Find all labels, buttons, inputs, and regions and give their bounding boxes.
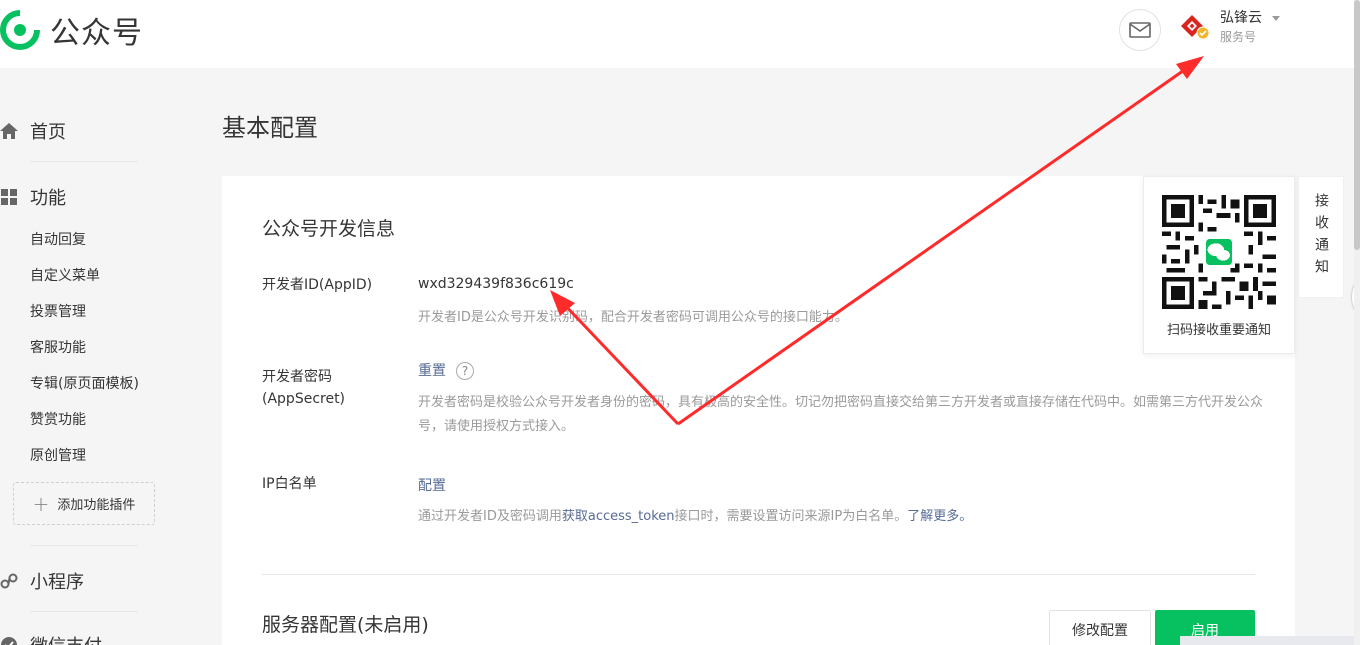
server-config-title: 服务器配置(未启用) (262, 614, 429, 636)
sidebar-item-label: 功能 (30, 188, 66, 209)
qr-caption: 扫码接收重要通知 (1166, 323, 1271, 338)
sidebar-item-features[interactable]: 功能 (0, 184, 66, 210)
pay-icon (0, 636, 18, 645)
mini-program-icon (0, 572, 18, 590)
ip-whitelist-description: 通过开发者ID及密码调用获取access_token接口时，需要设置访问来源IP… (418, 505, 1268, 529)
appsecret-label: 开发者密码(AppSecret) (262, 369, 346, 407)
add-plugin-button[interactable]: + 添加功能插件 (13, 482, 155, 525)
account-name: 弘锋云 (1220, 10, 1262, 26)
dev-info-title: 公众号开发信息 (262, 218, 396, 240)
qr-code-icon (1162, 195, 1276, 309)
account-avatar (1180, 14, 1210, 40)
sidebar-item-original[interactable]: 原创管理 (30, 445, 86, 465)
ip-desc-prefix: 通过开发者ID及密码调用 (418, 509, 562, 524)
sidebar-item-wechat-pay[interactable]: 微信支付 (0, 632, 102, 645)
access-token-link[interactable]: 获取access_token (562, 509, 675, 524)
receive-notification-tab[interactable]: 接收通知 (1298, 176, 1344, 298)
sidebar-item-vote[interactable]: 投票管理 (30, 301, 86, 321)
sidebar-divider (30, 161, 138, 162)
sidebar-item-reward[interactable]: 赞赏功能 (30, 409, 86, 429)
appid-label: 开发者ID(AppID) (262, 277, 373, 293)
sidebar: 首页 功能 自动回复 自定义菜单 投票管理 客服功能 专辑(原页面模板) 赞赏功… (0, 68, 190, 645)
account-switcher[interactable]: 弘锋云 服务号 (1180, 8, 1280, 46)
account-type: 服务号 (1220, 30, 1257, 44)
sidebar-item-home[interactable]: 首页 (0, 118, 66, 144)
sidebar-item-custom-menu[interactable]: 自定义菜单 (30, 265, 100, 285)
mail-icon (1129, 22, 1151, 38)
system-tray (1180, 636, 1354, 645)
top-bar: 公众号 弘锋云 服务号 (0, 0, 1360, 68)
logo[interactable]: 公众号 (0, 8, 143, 52)
appid-value[interactable]: wxd329439f836c619c (418, 276, 574, 292)
chevron-down-icon (1272, 16, 1280, 21)
ip-whitelist-label: IP白名单 (262, 476, 317, 492)
modify-config-button[interactable]: 修改配置 (1049, 610, 1151, 645)
grid-icon (0, 188, 18, 206)
receive-notification-label: 接收通知 (1313, 193, 1329, 281)
qr-panel: 扫码接收重要通知 (1143, 176, 1295, 354)
appsecret-description: 开发者密码是校验公众号开发者身份的密码，具有极高的安全性。切记勿把密码直接交给第… (418, 395, 1264, 434)
learn-more-link[interactable]: 了解更多。 (907, 509, 972, 524)
add-plugin-label: 添加功能插件 (57, 498, 136, 513)
section-divider (262, 574, 1255, 575)
ip-whitelist-config-link[interactable]: 配置 (418, 475, 446, 495)
home-icon (0, 122, 18, 140)
config-card: 公众号开发信息 开发者ID(AppID) wxd329439f836c619c … (222, 176, 1295, 645)
sidebar-item-label: 小程序 (30, 572, 84, 593)
wechat-oa-logo-icon (0, 10, 40, 50)
message-button[interactable] (1119, 9, 1161, 51)
sidebar-item-mini-program[interactable]: 小程序 (0, 568, 84, 594)
appid-description: 开发者ID是公众号开发识别码，配合开发者密码可调用公众号的接口能力。 (418, 310, 848, 325)
reset-secret-link[interactable]: 重置 (418, 363, 446, 379)
plus-icon: + (32, 491, 50, 516)
sidebar-divider (30, 611, 138, 612)
help-icon[interactable]: ? (456, 362, 474, 380)
sidebar-divider (30, 545, 138, 546)
verified-badge-icon (1196, 26, 1210, 40)
sidebar-item-auto-reply[interactable]: 自动回复 (30, 229, 86, 249)
ip-desc-middle: 接口时，需要设置访问来源IP为白名单。 (674, 509, 908, 524)
sidebar-item-album[interactable]: 专辑(原页面模板) (30, 373, 139, 393)
logo-text: 公众号 (50, 16, 143, 51)
ip-config-link[interactable]: 配置 (418, 478, 446, 494)
scrollbar[interactable] (1354, 0, 1360, 645)
sidebar-item-label: 微信支付 (30, 632, 102, 645)
sidebar-item-label: 首页 (30, 122, 66, 143)
page-title: 基本配置 (222, 114, 318, 142)
sidebar-item-customer-service[interactable]: 客服功能 (30, 337, 86, 357)
scrollbar-thumb[interactable] (1354, 0, 1360, 250)
appsecret-actions: 重置? (418, 360, 474, 380)
